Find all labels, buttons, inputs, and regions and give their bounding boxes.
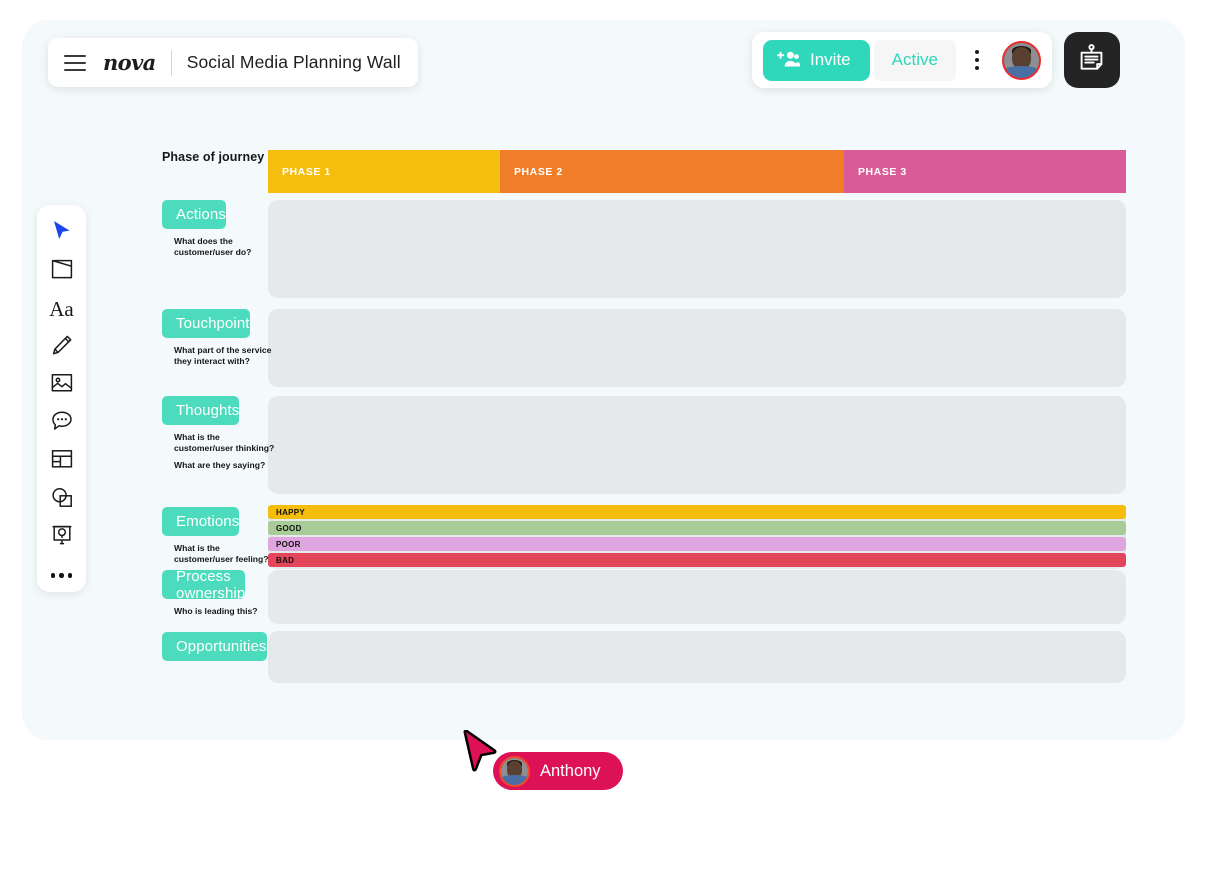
collab-controls: Invite Active — [752, 32, 1052, 88]
phase-header-2[interactable]: PHASE 2 — [500, 150, 844, 193]
emotion-bar-label: HAPPY — [276, 507, 306, 517]
row-label-touchpoint[interactable]: Touchpoint — [162, 309, 250, 338]
text-aa-icon: Aa — [49, 297, 74, 321]
invite-button-label: Invite — [810, 50, 851, 69]
pen-tool[interactable] — [42, 331, 82, 364]
emotion-bar-happy[interactable]: HAPPY — [268, 505, 1126, 519]
emotion-bar-label: POOR — [276, 539, 301, 549]
collaborator-cursor: Anthony — [462, 729, 623, 790]
journey-row-body[interactable] — [268, 200, 1126, 298]
emotion-bar-bad[interactable]: BAD — [268, 553, 1126, 567]
row-question-line: What does the customer/user do? — [174, 236, 252, 257]
horizontal-dots-icon — [50, 573, 73, 578]
table-frame-icon — [51, 449, 73, 474]
row-question-text: What is the customer/user feeling? — [174, 543, 278, 565]
present-tool[interactable] — [42, 521, 82, 554]
row-label-thoughts[interactable]: Thoughts — [162, 396, 240, 425]
page-title: Social Media Planning Wall — [186, 52, 401, 72]
journey-row-body[interactable] — [268, 570, 1126, 624]
collaborator-avatar — [499, 755, 530, 787]
brand-logo[interactable]: nova — [103, 50, 156, 75]
row-question-line: What are they saying? — [174, 460, 266, 470]
row-question-line: What is the customer/user feeling? — [174, 543, 269, 564]
row-label-actions[interactable]: Actions — [162, 200, 226, 229]
comment-tool[interactable] — [42, 407, 82, 440]
left-tool-panel: Aa — [37, 205, 86, 592]
more-tools[interactable] — [42, 559, 82, 592]
journey-row-body[interactable] — [268, 631, 1126, 683]
emotion-bar-label: BAD — [276, 555, 295, 565]
row-question-text: Who is leading this? — [174, 606, 278, 617]
row-label-text: Emotions — [176, 513, 240, 530]
image-icon — [51, 373, 73, 398]
clipboard-note-icon — [1078, 44, 1105, 76]
phase-header-3[interactable]: PHASE 3 — [844, 150, 1126, 193]
avatar[interactable] — [1001, 40, 1041, 80]
select-tool[interactable] — [42, 217, 82, 250]
shapes-icon — [51, 487, 73, 513]
pencil-icon — [51, 334, 73, 361]
presentation-lightbulb-icon — [51, 524, 73, 551]
journey-row-body[interactable] — [268, 396, 1126, 494]
row-label-process-ownership[interactable]: Process ownership — [162, 567, 246, 602]
collaborator-name-pill: Anthony — [493, 752, 623, 790]
notes-panel-button[interactable] — [1063, 32, 1120, 88]
vertical-dots-icon[interactable] — [960, 40, 994, 81]
row-question-text: What part of the service they interact w… — [174, 345, 278, 367]
row-question-text: What is the customer/user thinking? What … — [174, 432, 278, 471]
header-divider — [170, 49, 172, 76]
emotion-bar-label: GOOD — [276, 523, 302, 533]
sticky-note-tool[interactable] — [42, 255, 82, 288]
row-question-text: What does the customer/user do? — [174, 236, 278, 258]
emotion-bar-poor[interactable]: POOR — [268, 537, 1126, 551]
sticky-note-icon — [51, 258, 73, 285]
phase-header-label: PHASE 3 — [858, 165, 907, 178]
journey-row-body[interactable] — [268, 309, 1126, 387]
row-label-text: Actions — [176, 206, 226, 223]
app-header: nova Social Media Planning Wall — [48, 38, 418, 87]
row-label-text: Thoughts — [176, 402, 240, 419]
status-active-button[interactable]: Active — [873, 39, 956, 81]
emotion-bar-good[interactable]: GOOD — [268, 521, 1126, 535]
row-question-line: What is the customer/user thinking? — [174, 432, 275, 453]
invite-button[interactable]: Invite — [763, 39, 870, 81]
frame-tool[interactable] — [42, 445, 82, 478]
row-label-emotions[interactable]: Emotions — [162, 507, 240, 536]
row-label-opportunities[interactable]: Opportunities — [162, 632, 267, 661]
row-question-line: What part of the service they interact w… — [174, 345, 272, 366]
row-question-line: Who is leading this? — [174, 606, 258, 616]
add-person-icon — [777, 50, 800, 71]
image-tool[interactable] — [42, 369, 82, 402]
avatar-image — [1003, 42, 1039, 78]
text-tool[interactable]: Aa — [42, 293, 82, 326]
comment-bubble-icon — [51, 410, 73, 437]
shapes-tool[interactable] — [42, 483, 82, 516]
row-label-text: Opportunities — [176, 638, 267, 655]
row-label-text: Touchpoint — [176, 315, 250, 332]
collaborator-name: Anthony — [540, 761, 601, 780]
phase-of-journey-label: Phase of journey — [162, 150, 265, 164]
top-right-toolbar: Invite Active — [752, 32, 1120, 88]
cursor-pointer-icon — [52, 220, 72, 247]
collaborator-avatar-image — [501, 757, 528, 785]
phase-header-label: PHASE 2 — [514, 165, 563, 178]
phase-of-journey-row: Phase of journey — [162, 150, 268, 164]
phase-header-1[interactable]: PHASE 1 — [268, 150, 500, 193]
phase-header-label: PHASE 1 — [282, 165, 331, 178]
hamburger-menu-icon[interactable] — [64, 54, 86, 71]
row-label-text: Process ownership — [176, 567, 246, 602]
phase-headers: PHASE 1 PHASE 2 PHASE 3 — [268, 150, 1128, 193]
